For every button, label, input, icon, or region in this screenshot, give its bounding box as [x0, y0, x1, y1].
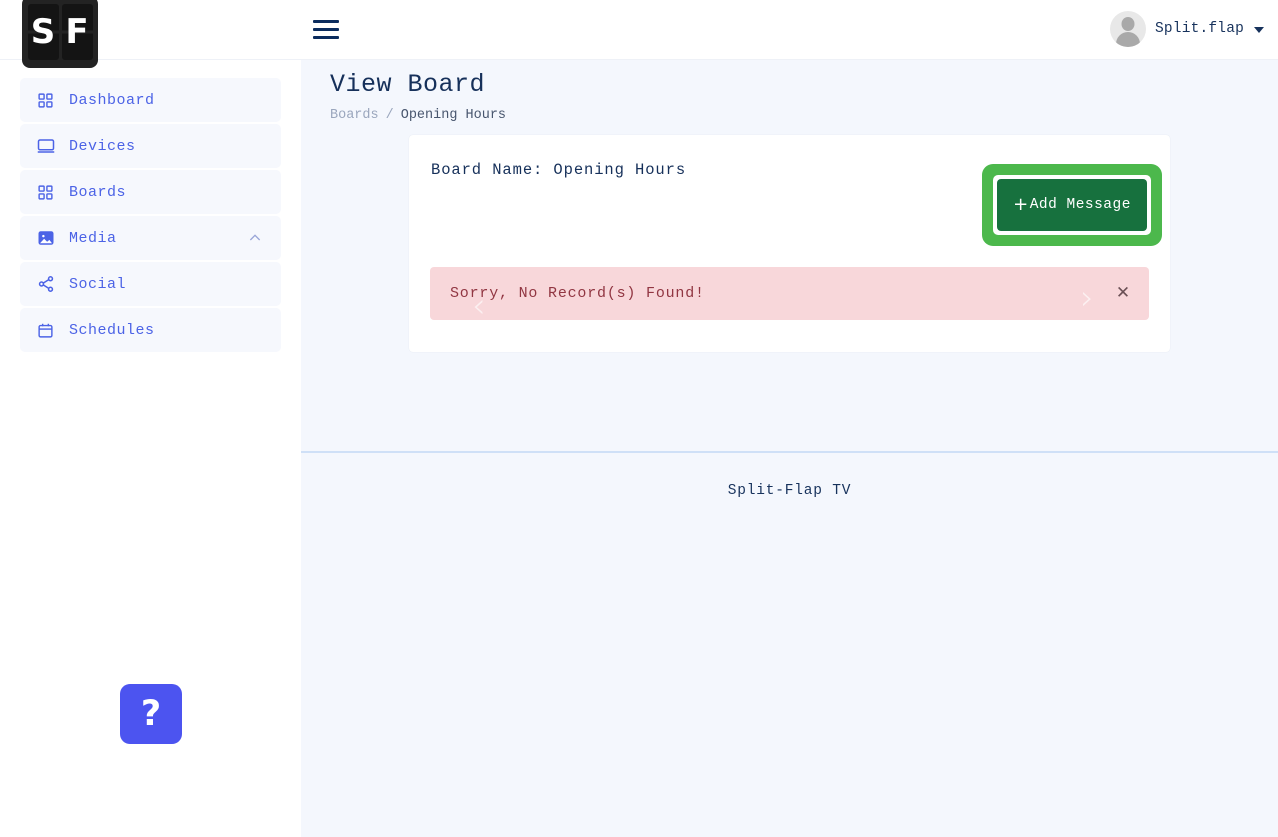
- image-icon: [36, 229, 55, 248]
- top-bar: Split.flap: [0, 0, 1278, 60]
- sidebar-item-schedules[interactable]: Schedules: [20, 308, 281, 352]
- hamburger-bar: [313, 19, 339, 23]
- sidebar-item-boards[interactable]: Boards: [20, 170, 281, 214]
- sidebar-item-social[interactable]: Social: [20, 262, 281, 306]
- main-content: View Board Boards / Opening Hours Board …: [301, 60, 1278, 837]
- sidebar-item-label: Devices: [69, 137, 136, 155]
- logo-letter-f: F: [65, 12, 89, 52]
- add-message-highlight-inner: + Add Message: [993, 175, 1151, 235]
- sidebar-item-label: Schedules: [69, 321, 155, 339]
- no-records-alert: ‹ › Sorry, No Record(s) Found! ✕: [430, 267, 1149, 320]
- app-root: Dashboard Devices Boards Media Social Sc…: [0, 0, 1278, 837]
- app-logo[interactable]: S F: [22, 0, 98, 68]
- breadcrumb-current: Opening Hours: [400, 108, 507, 123]
- page-title: View Board: [330, 70, 486, 99]
- help-button-label: ?: [140, 693, 162, 734]
- logo-flap-left: S: [27, 4, 59, 60]
- avatar-body: [1115, 32, 1140, 47]
- board-card-header: Board Name: Opening Hours + Add Message: [409, 135, 1170, 246]
- grid-icon: [36, 183, 55, 202]
- breadcrumb: Boards / Opening Hours: [330, 108, 1278, 123]
- add-message-button-label: Add Message: [1029, 197, 1131, 213]
- chevron-up-icon[interactable]: [247, 230, 263, 246]
- grid-icon: [36, 91, 55, 110]
- plus-icon: +: [1013, 194, 1029, 215]
- sidebar: Dashboard Devices Boards Media Social Sc…: [0, 0, 301, 837]
- avatar-head: [1121, 17, 1135, 31]
- breadcrumb-parent[interactable]: Boards: [330, 108, 379, 123]
- add-message-button[interactable]: + Add Message: [997, 179, 1147, 231]
- chevron-right-icon[interactable]: ›: [1080, 281, 1094, 315]
- sidebar-item-media[interactable]: Media: [20, 216, 281, 260]
- close-icon[interactable]: ✕: [1113, 284, 1133, 304]
- sidebar-item-label: Social: [69, 275, 127, 293]
- page-header: View Board Boards / Opening Hours: [301, 60, 1278, 123]
- hamburger-bar: [313, 27, 339, 31]
- monitor-icon: [36, 137, 55, 156]
- hamburger-icon[interactable]: [313, 16, 339, 42]
- hamburger-bar: [313, 35, 339, 39]
- breadcrumb-separator: /: [385, 108, 394, 123]
- logo-letter-s: S: [30, 12, 56, 52]
- chevron-down-icon[interactable]: [1254, 27, 1264, 33]
- sidebar-item-label: Boards: [69, 183, 127, 201]
- user-avatar-icon: [1109, 11, 1146, 47]
- user-name-label: Split.flap: [1154, 21, 1244, 37]
- footer: Split-Flap TV: [301, 453, 1278, 837]
- user-menu[interactable]: Split.flap: [1109, 11, 1264, 47]
- alert-message: Sorry, No Record(s) Found!: [450, 285, 705, 302]
- logo-flap-right: F: [61, 4, 93, 60]
- add-message-highlight: + Add Message: [982, 164, 1162, 246]
- calendar-icon: [36, 321, 55, 340]
- board-card: Board Name: Opening Hours + Add Message ‹…: [409, 135, 1170, 352]
- sidebar-item-devices[interactable]: Devices: [20, 124, 281, 168]
- share-icon: [36, 275, 55, 294]
- sidebar-item-dashboard[interactable]: Dashboard: [20, 78, 281, 122]
- footer-text: Split-Flap TV: [727, 483, 852, 499]
- help-button[interactable]: ?: [120, 684, 182, 744]
- sidebar-item-label: Media: [69, 229, 117, 247]
- sidebar-item-label: Dashboard: [69, 91, 155, 109]
